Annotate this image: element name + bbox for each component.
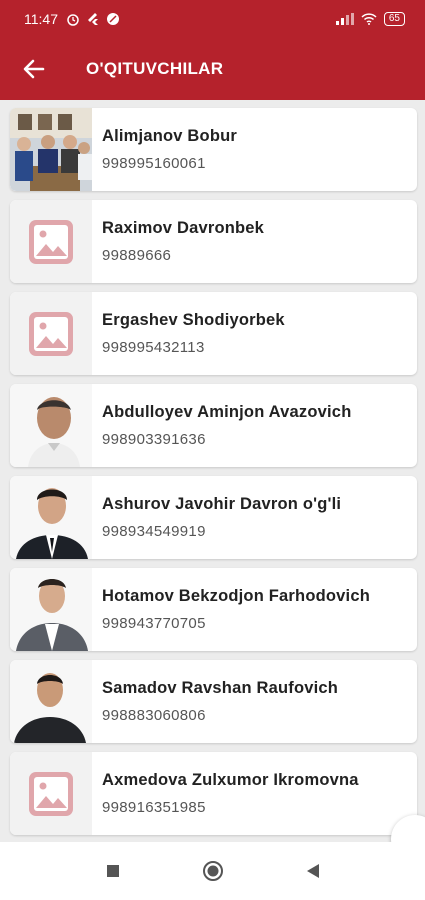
placeholder-image-icon (29, 219, 73, 264)
battery-indicator: 65 (383, 12, 405, 26)
teacher-card[interactable]: Abdulloyev Aminjon Avazovich 99890339163… (10, 384, 417, 467)
teacher-name: Ergashev Shodiyorbek (102, 311, 285, 329)
back-nav-button[interactable] (301, 859, 325, 883)
wifi-icon (361, 13, 377, 25)
teacher-card[interactable]: Ergashev Shodiyorbek 998995432113 (10, 292, 417, 375)
page-title: O'QITUVCHILAR (86, 59, 224, 78)
teacher-name: Abdulloyev Aminjon Avazovich (102, 403, 352, 421)
portrait-photo-image (10, 476, 92, 559)
teacher-info: Abdulloyev Aminjon Avazovich 99890339163… (102, 403, 351, 448)
triangle-back-icon (306, 864, 319, 878)
app-notification-icon (107, 13, 119, 25)
recents-button[interactable] (101, 859, 125, 883)
teacher-info: Hotamov Bekzodjon Farhodovich 9989437707… (102, 587, 370, 632)
teacher-info: Samadov Ravshan Raufovich 998883060806 (102, 679, 338, 724)
teacher-card[interactable]: Samadov Ravshan Raufovich 998883060806 (10, 660, 417, 743)
system-nav-bar (0, 842, 425, 900)
teacher-phone: 998995160061 (102, 155, 206, 172)
teacher-card[interactable]: Hotamov Bekzodjon Farhodovich 9989437707… (10, 568, 417, 651)
circle-icon (202, 861, 223, 881)
teacher-name: Samadov Ravshan Raufovich (102, 679, 339, 697)
teacher-phone: 998883060806 (102, 707, 206, 724)
teacher-info: Alimjanov Bobur 998995160061 (102, 127, 237, 172)
teacher-phone: 998916351985 (102, 799, 206, 816)
app-bar: O'QITUVCHILAR (0, 38, 425, 100)
portrait-photo-image (10, 660, 92, 743)
teacher-photo (10, 476, 92, 559)
teacher-card[interactable]: Raximov Davronbek 99889666 (10, 200, 417, 283)
teacher-photo (10, 384, 92, 467)
arrow-left-icon (23, 59, 45, 79)
teacher-name: Raximov Davronbek (102, 219, 265, 237)
portrait-photo-image (10, 384, 92, 467)
teacher-card[interactable]: Ashurov Javohir Davron o'g'li 9989345499… (10, 476, 417, 559)
alarm-icon (67, 14, 79, 26)
teacher-info: Raximov Davronbek 99889666 (102, 219, 264, 264)
teacher-phone: 998995432113 (102, 339, 205, 356)
teacher-phone: 998934549919 (102, 523, 206, 540)
signal-icon (335, 13, 354, 25)
teacher-list[interactable]: Alimjanov Bobur 998995160061 Raximov Dav… (0, 100, 425, 842)
teacher-name: Alimjanov Bobur (102, 127, 238, 145)
teacher-card[interactable]: Axmedova Zulxumor Ikromovna 998916351985 (10, 752, 417, 835)
teacher-phone: 99889666 (102, 247, 172, 264)
teacher-info: Axmedova Zulxumor Ikromovna 998916351985 (102, 771, 359, 816)
teacher-name: Axmedova Zulxumor Ikromovna (102, 771, 359, 789)
status-bar: 11:47 65 (0, 0, 425, 38)
teacher-card[interactable]: Alimjanov Bobur 998995160061 (10, 108, 417, 191)
placeholder-image-icon (29, 771, 73, 816)
teacher-photo (10, 752, 92, 835)
status-right: 65 (335, 12, 405, 26)
teacher-photo (10, 108, 92, 191)
back-button[interactable] (17, 52, 51, 86)
group-photo-image (10, 108, 92, 191)
teacher-photo (10, 292, 92, 375)
teacher-info: Ergashev Shodiyorbek 998995432113 (102, 311, 285, 356)
flutter-icon (88, 13, 98, 25)
placeholder-image-icon (29, 311, 73, 356)
teacher-info: Ashurov Javohir Davron o'g'li 9989345499… (102, 495, 341, 540)
teacher-photo (10, 200, 92, 283)
teacher-name: Ashurov Javohir Davron o'g'li (102, 495, 342, 513)
home-button[interactable] (201, 859, 225, 883)
portrait-photo-image (10, 568, 92, 651)
teacher-name: Hotamov Bekzodjon Farhodovich (102, 587, 370, 605)
status-time: 11:47 (24, 11, 58, 27)
teacher-photo (10, 660, 92, 743)
square-icon (106, 865, 119, 877)
header: 11:47 65 O'QITUVCHILAR (0, 0, 425, 100)
teacher-phone: 998943770705 (102, 615, 206, 632)
teacher-phone: 998903391636 (102, 431, 206, 448)
teacher-photo (10, 568, 92, 651)
